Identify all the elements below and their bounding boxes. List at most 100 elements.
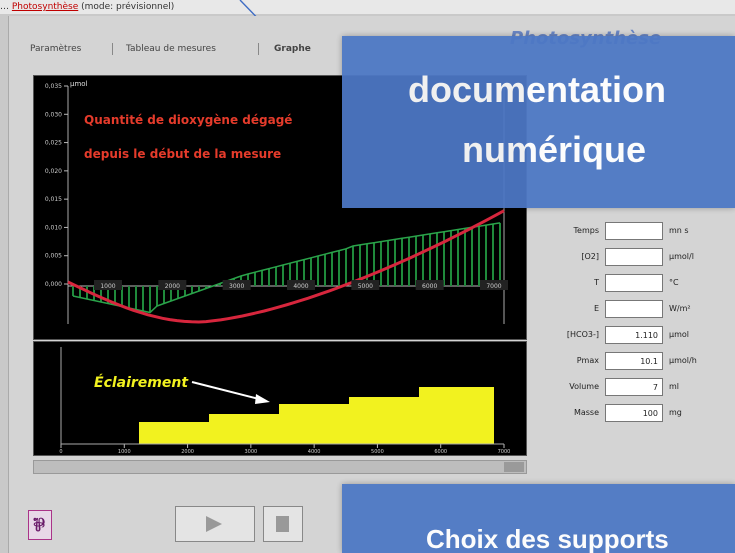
param-unit: W/m² (669, 304, 691, 313)
light-annotation-arrow (191, 381, 260, 400)
y-tick-label: 0,010 (45, 224, 62, 231)
tab-graphe[interactable]: Graphe (274, 38, 311, 60)
oxygen-bar (275, 266, 277, 286)
param-unit: µmol/h (669, 356, 697, 365)
overlay-documentation: documentation numérique (342, 36, 735, 208)
param-row: [HCO3-] 1.110 µmol (545, 324, 735, 346)
oxygen-bar (408, 237, 410, 286)
light-x-tick-label: 2000 (181, 449, 194, 455)
oxygen-bar (380, 241, 382, 286)
param-value-field[interactable]: 10.1 (605, 352, 663, 370)
logo-glyph: ⅌ (33, 515, 45, 536)
x-tick-label: 1000 (100, 283, 115, 290)
param-row: Temps mn s (545, 220, 735, 242)
param-unit: mn s (669, 226, 689, 235)
light-step-area (139, 387, 494, 444)
chart-annotation-line1: Quantité de dioxygène dégagé (84, 113, 292, 127)
param-value-field[interactable]: 100 (605, 404, 663, 422)
param-label: Volume (569, 382, 599, 391)
param-label: [HCO3-] (566, 330, 599, 339)
oxygen-bar (485, 225, 487, 286)
oxygen-bar (324, 254, 326, 286)
x-tick-label: 4000 (293, 283, 308, 290)
x-tick-label: 7000 (486, 283, 501, 290)
param-value-field[interactable] (605, 222, 663, 240)
oxygen-bar (373, 242, 375, 286)
overlay-bottom-line1: Choix des supports (426, 524, 669, 553)
tab-divider (112, 43, 113, 55)
light-x-tick-label: 6000 (434, 449, 447, 455)
light-chart: 0 1000 2000 3000 4000 5000 6000 7000 Éclairemen… (33, 341, 527, 456)
light-annotation-arrowhead (255, 394, 270, 404)
param-row: Pmax 10.1 µmol/h (545, 350, 735, 372)
stop-icon (276, 516, 289, 532)
oxygen-bar (415, 236, 417, 286)
x-tick-label: 2000 (165, 283, 180, 290)
oxygen-bar (387, 240, 389, 286)
param-value-field[interactable] (605, 248, 663, 266)
light-x-tick-label: 4000 (308, 449, 321, 455)
oxygen-rate-line (72, 222, 501, 314)
oxygen-bar (436, 232, 438, 286)
light-x-tick-label: 1000 (118, 449, 131, 455)
overlay-top-line1: documentation (408, 69, 666, 110)
param-label: [O2] (581, 252, 599, 261)
oxygen-bar (443, 231, 445, 286)
param-value-field[interactable] (605, 274, 663, 292)
tab-parametres[interactable]: Paramètres (30, 38, 81, 60)
param-row: E W/m² (545, 298, 735, 320)
oxygen-bar (261, 270, 263, 286)
overlay-top-line2: numérique (462, 129, 647, 170)
light-x-tick-label: 5000 (371, 449, 384, 455)
param-label: Pmax (576, 356, 599, 365)
oxygen-bar (149, 286, 151, 313)
param-unit: °C (669, 278, 679, 287)
param-unit: µmol/l (669, 252, 694, 261)
time-scrollbar[interactable] (33, 460, 527, 474)
oxygen-bar (317, 256, 319, 286)
param-value-field[interactable] (605, 300, 663, 318)
y-tick-label: 0,035 (45, 83, 62, 90)
chart-unit-label: µmol (70, 80, 88, 88)
oxygen-bar (338, 250, 340, 286)
oxygen-bar (499, 222, 501, 286)
app-logo: ⅌ (28, 510, 52, 540)
overlay-supports: Choix des supports (342, 484, 735, 553)
oxygen-bar (128, 286, 130, 308)
x-tick-label: 6000 (422, 283, 437, 290)
y-tick-label: 0,000 (45, 281, 62, 288)
oxygen-bar (268, 268, 270, 286)
param-row: Volume 7 ml (545, 376, 735, 398)
oxygen-bar (457, 229, 459, 286)
oxygen-bar (254, 272, 256, 286)
stop-button[interactable] (263, 506, 303, 542)
param-label: Temps (573, 226, 600, 235)
param-row: Masse 100 mg (545, 402, 735, 424)
y-tick-label: 0,015 (45, 196, 62, 203)
param-label: T (594, 278, 599, 287)
param-unit: mg (669, 408, 682, 417)
param-value-field[interactable]: 7 (605, 378, 663, 396)
y-tick-label: 0,030 (45, 111, 62, 118)
play-button[interactable] (175, 506, 255, 542)
param-row: T °C (545, 272, 735, 294)
scrollbar-thumb[interactable] (504, 462, 524, 472)
tab-divider (258, 43, 259, 55)
x-tick-label: 3000 (229, 283, 244, 290)
oxygen-bar (282, 265, 284, 286)
param-value-field[interactable]: 1.110 (605, 326, 663, 344)
light-chart-svg: 0 1000 2000 3000 4000 5000 6000 7000 Éclairemen… (59, 347, 510, 455)
oxygen-bar (478, 226, 480, 286)
play-icon (206, 516, 222, 532)
oxygen-bar (191, 286, 193, 294)
oxygen-bar (156, 286, 158, 306)
light-x-tick-label: 0 (59, 449, 62, 455)
tab-tableau-mesures[interactable]: Tableau de mesures (126, 38, 216, 60)
y-tick-label: 0,025 (45, 140, 62, 147)
oxygen-curve (67, 209, 505, 324)
chart-annotation-line2: depuis le début de la mesure (84, 147, 281, 161)
light-annotation: Éclairement (94, 374, 189, 391)
oxygen-bar (345, 248, 347, 286)
light-x-tick-label: 3000 (244, 449, 257, 455)
oxygen-bar (135, 286, 137, 310)
